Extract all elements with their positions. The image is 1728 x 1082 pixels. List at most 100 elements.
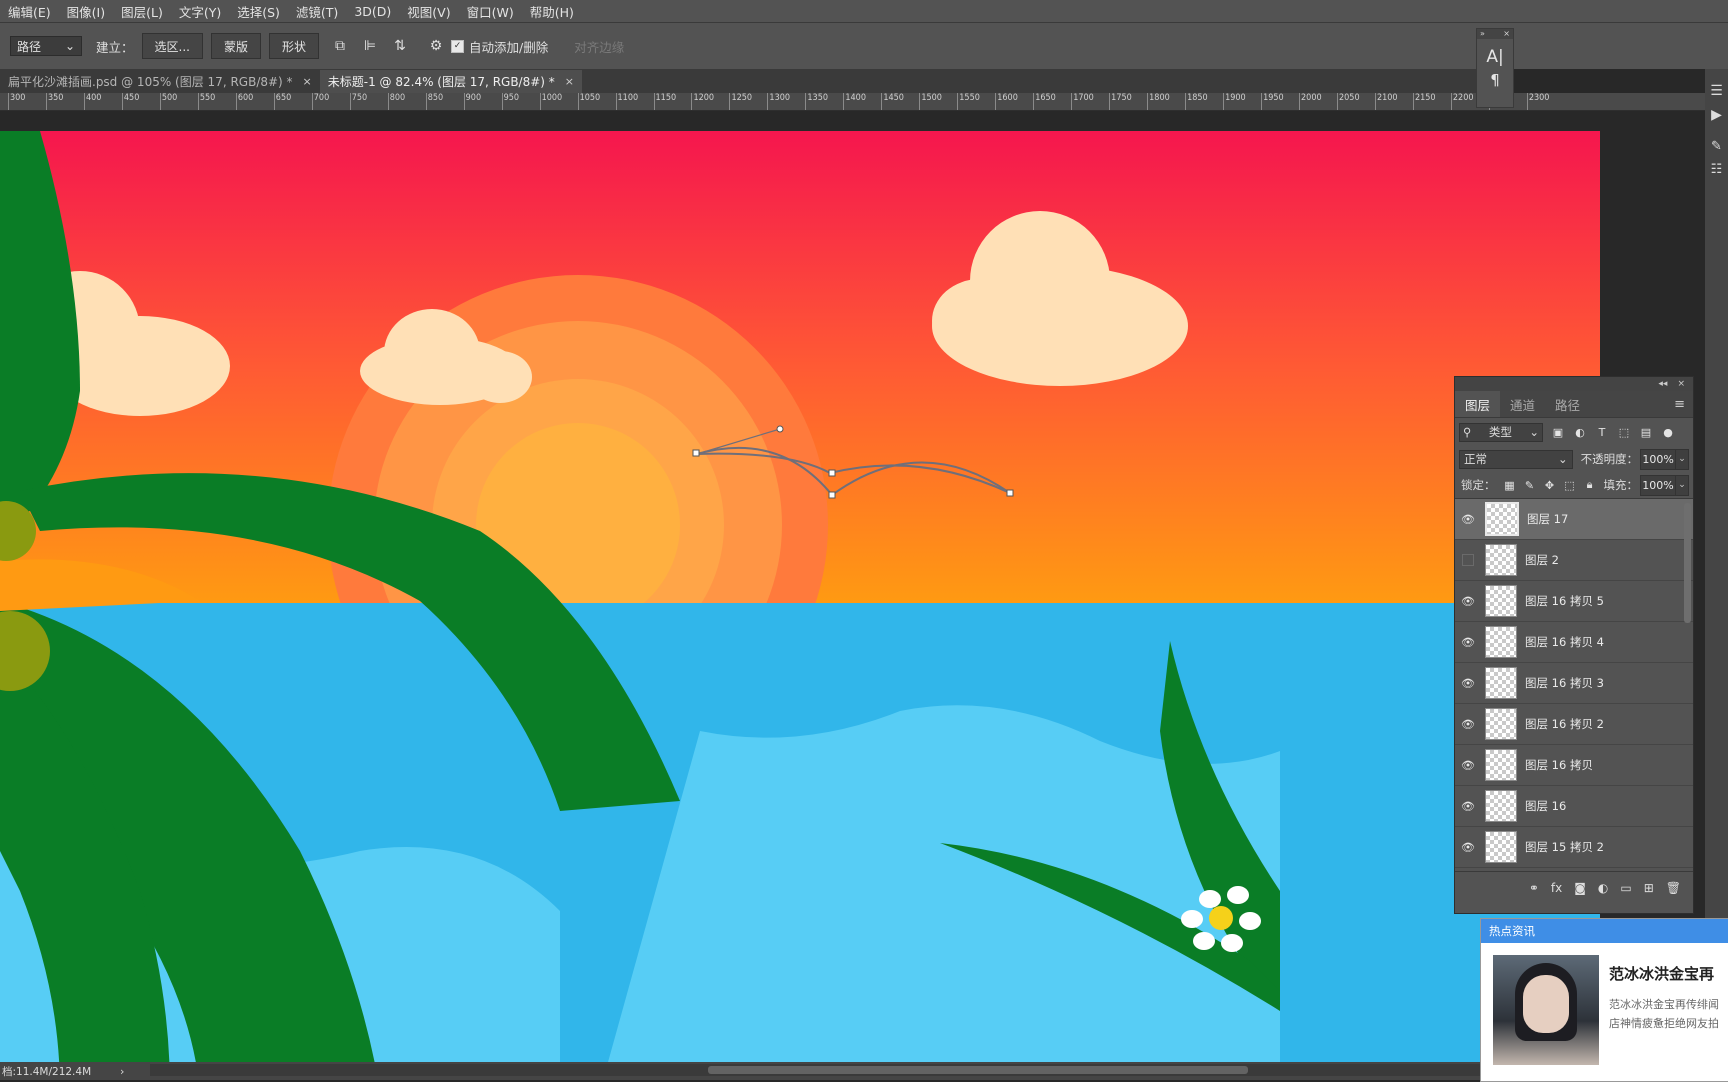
eye-icon[interactable]: 👁︎	[1455, 513, 1481, 526]
folder-icon[interactable]: ▭	[1620, 881, 1631, 895]
fill-input[interactable]: 100%	[1640, 474, 1676, 496]
horizontal-scrollbar[interactable]	[150, 1064, 1480, 1076]
layer-thumbnail[interactable]	[1485, 667, 1517, 699]
horizontal-ruler[interactable]: 300 350 400 450 500 550 600 650 700 750 800 850 900 9…	[0, 93, 1705, 111]
chevron-down-icon[interactable]: ⌄	[1676, 448, 1689, 470]
layer-row[interactable]: 图层 2	[1455, 540, 1693, 581]
smart-object-filter-icon[interactable]: ▤	[1639, 426, 1653, 439]
layer-thumbnail[interactable]	[1485, 544, 1517, 576]
layer-name[interactable]: 图层 15 拷贝 2	[1525, 839, 1604, 855]
image-filter-icon[interactable]: ▣	[1551, 426, 1565, 439]
layer-list-scrollbar[interactable]	[1684, 503, 1691, 623]
layer-name[interactable]: 图层 17	[1527, 511, 1568, 527]
layer-name[interactable]: 图层 16 拷贝 4	[1525, 634, 1604, 650]
menu-item-3[interactable]: 文字(Y)	[171, 2, 229, 21]
chevron-down-icon[interactable]: ⌄	[1676, 474, 1689, 496]
make-shape-button[interactable]: 形状	[268, 33, 319, 59]
news-popup[interactable]: 热点资讯 范冰冰洪金宝再 范冰冰洪金宝再传绯闻 店神情疲惫拒绝网友拍	[1480, 918, 1728, 1082]
layer-name[interactable]: 图层 2	[1525, 552, 1559, 568]
layer-name[interactable]: 图层 16 拷贝	[1525, 757, 1593, 773]
layer-row[interactable]: 👁︎ 图层 16	[1455, 786, 1693, 827]
tab-paths[interactable]: 路径	[1545, 391, 1590, 417]
panel-menu-icon[interactable]: ≡	[1674, 397, 1685, 412]
canvas-area[interactable]	[0, 111, 1705, 1062]
character-icon[interactable]: A|	[1477, 47, 1513, 67]
lock-position-icon[interactable]: ✥	[1544, 479, 1556, 492]
kind-filter-select[interactable]: ⚲ 类型 ⌄	[1459, 422, 1543, 442]
layer-row[interactable]: 👁︎ 图层 16 拷贝 5	[1455, 581, 1693, 622]
make-selection-button[interactable]: 选区...	[141, 33, 203, 59]
path-mode-select[interactable]: 路径 ⌄	[10, 36, 82, 56]
layer-name[interactable]: 图层 16 拷贝 3	[1525, 675, 1604, 691]
collapse-icon[interactable]: ◂◂	[1658, 379, 1667, 389]
adjust-icon[interactable]: ☷	[1705, 162, 1728, 177]
menu-item-0[interactable]: 编辑(E)	[0, 2, 59, 21]
menu-item-1[interactable]: 图像(I)	[59, 2, 113, 21]
lock-paint-icon[interactable]: ✎	[1524, 479, 1536, 492]
trash-icon[interactable]: 🗑︎	[1666, 881, 1681, 895]
mask-icon[interactable]: ◙	[1574, 881, 1586, 895]
menu-item-9[interactable]: 帮助(H)	[522, 2, 582, 21]
layer-thumbnail[interactable]	[1485, 790, 1517, 822]
tab-beach-psd[interactable]: 扁平化沙滩插画.psd @ 105% (图层 17, RGB/8#) * ×	[0, 70, 320, 93]
path-alignment-icon[interactable]: ⊫	[361, 37, 379, 55]
layer-row[interactable]: 👁︎ 图层 15 拷贝 2	[1455, 827, 1693, 868]
tab-layers[interactable]: 图层	[1455, 391, 1501, 417]
path-operations-icon[interactable]: ⧉	[331, 37, 349, 55]
menu-item-7[interactable]: 视图(V)	[399, 2, 458, 21]
scrollbar-thumb[interactable]	[708, 1066, 1248, 1074]
link-icon[interactable]: ⚭	[1529, 881, 1539, 895]
layer-row[interactable]: 👁︎ 图层 16 拷贝 3	[1455, 663, 1693, 704]
layer-name[interactable]: 图层 16	[1525, 798, 1566, 814]
lock-artboard-icon[interactable]: ⬚	[1564, 479, 1576, 492]
shape-filter-icon[interactable]: ⬚	[1617, 426, 1631, 439]
brush-icon[interactable]: ✎	[1705, 139, 1728, 154]
tab-untitled-1[interactable]: 未标题-1 @ 82.4% (图层 17, RGB/8#) * ×	[319, 70, 583, 93]
artwork-canvas[interactable]	[0, 131, 1600, 1062]
layer-row[interactable]: 👁︎ 图层 16 拷贝	[1455, 745, 1693, 786]
layer-thumbnail[interactable]	[1485, 626, 1517, 658]
eye-icon[interactable]: 👁︎	[1455, 595, 1481, 608]
play-icon[interactable]: ▶	[1705, 107, 1728, 123]
eye-icon[interactable]: 👁︎	[1455, 677, 1481, 690]
auto-add-delete-checkbox[interactable]: ✓	[451, 39, 464, 53]
menu-item-6[interactable]: 3D(D)	[346, 4, 399, 19]
close-icon[interactable]: ×	[1677, 379, 1685, 389]
layer-thumbnail[interactable]	[1485, 749, 1517, 781]
paragraph-icon[interactable]: ¶	[1477, 71, 1513, 89]
visibility-toggle[interactable]	[1455, 554, 1481, 566]
eye-icon[interactable]: 👁︎	[1455, 718, 1481, 731]
eye-icon[interactable]: 👁︎	[1455, 636, 1481, 649]
close-icon[interactable]: ×	[1503, 29, 1510, 39]
layer-thumbnail[interactable]	[1485, 708, 1517, 740]
eye-icon[interactable]: 👁︎	[1455, 841, 1481, 854]
layer-name[interactable]: 图层 16 拷贝 5	[1525, 593, 1604, 609]
lock-all-icon[interactable]: 🔒︎	[1584, 478, 1596, 492]
fx-icon[interactable]: fx	[1551, 881, 1562, 895]
gear-icon[interactable]: ⚙	[427, 37, 445, 55]
menu-item-8[interactable]: 窗口(W)	[459, 2, 522, 21]
make-mask-button[interactable]: 蒙版	[210, 33, 261, 59]
adjustment-filter-icon[interactable]: ◐	[1573, 426, 1587, 439]
layer-row[interactable]: 👁︎ 图层 16 拷贝 4	[1455, 622, 1693, 663]
menu-item-4[interactable]: 选择(S)	[229, 2, 288, 21]
collapse-icon[interactable]: »	[1480, 29, 1485, 39]
layer-thumbnail[interactable]	[1485, 831, 1517, 863]
layer-thumbnail[interactable]	[1485, 502, 1519, 536]
history-icon[interactable]: ☰	[1705, 83, 1728, 99]
news-title[interactable]: 范冰冰洪金宝再	[1609, 963, 1714, 984]
type-filter-icon[interactable]: T	[1595, 426, 1609, 439]
filter-toggle-icon[interactable]: ●	[1661, 426, 1675, 439]
layer-thumbnail[interactable]	[1485, 585, 1517, 617]
tab-channels[interactable]: 通道	[1500, 391, 1545, 417]
eye-icon[interactable]: 👁︎	[1455, 800, 1481, 813]
close-icon[interactable]: ×	[565, 75, 574, 88]
adjustment-icon[interactable]: ◐	[1598, 881, 1608, 895]
lock-transparency-icon[interactable]: ▦	[1504, 479, 1516, 492]
eye-icon[interactable]: 👁︎	[1455, 759, 1481, 772]
new-layer-icon[interactable]: ⊞	[1644, 881, 1654, 895]
visibility-box[interactable]	[1462, 554, 1474, 566]
path-arrangement-icon[interactable]: ⇅	[391, 37, 409, 55]
chevron-right-icon[interactable]: ›	[120, 1065, 124, 1078]
close-icon[interactable]: ×	[303, 75, 312, 88]
